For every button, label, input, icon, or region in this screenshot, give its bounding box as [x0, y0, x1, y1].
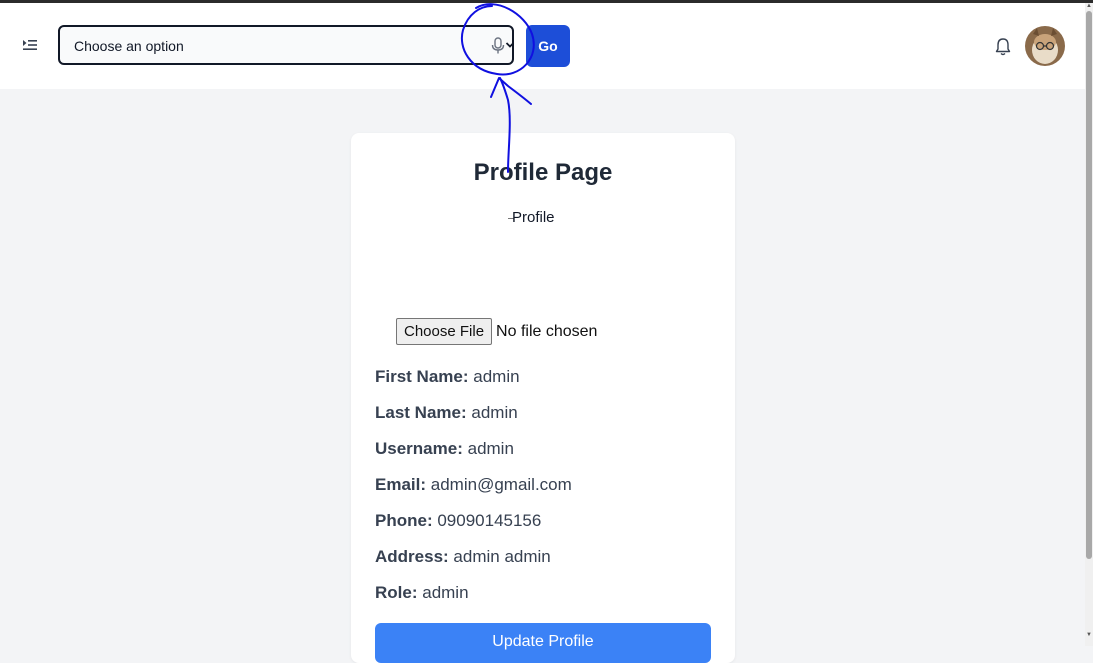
- role-value: admin: [422, 583, 469, 602]
- email-row: Email: admin@gmail.com: [375, 475, 572, 495]
- chevron-down-icon: [505, 42, 515, 48]
- phone-label: Phone:: [375, 511, 433, 530]
- first-name-row: First Name: admin: [375, 367, 520, 387]
- username-row: Username: admin: [375, 439, 514, 459]
- username-label: Username:: [375, 439, 463, 458]
- sidebar-toggle-button[interactable]: [18, 33, 42, 57]
- update-profile-button[interactable]: Update Profile: [375, 623, 711, 663]
- scroll-up-arrow-icon[interactable]: ▲: [1086, 3, 1092, 9]
- scroll-down-arrow-icon[interactable]: ▼: [1086, 632, 1092, 638]
- address-value: admin admin: [453, 547, 551, 566]
- email-label: Email:: [375, 475, 427, 494]
- profile-card: Profile Page Profile Choose File No file…: [351, 133, 735, 663]
- role-row: Role: admin: [375, 583, 469, 603]
- page-scrollbar[interactable]: ▲ ▼: [1085, 3, 1093, 646]
- bell-icon[interactable]: [994, 37, 1012, 57]
- go-button[interactable]: Go: [526, 25, 570, 67]
- profile-file-input: Choose File No file chosen: [396, 318, 597, 345]
- first-name-value: admin: [473, 367, 520, 386]
- avatar[interactable]: [1025, 26, 1065, 66]
- address-row: Address: admin admin: [375, 547, 551, 567]
- profile-image: Profile: [508, 209, 555, 226]
- file-status: No file chosen: [496, 322, 598, 340]
- microphone-icon[interactable]: [490, 37, 506, 55]
- phone-row: Phone: 09090145156: [375, 511, 541, 531]
- address-label: Address:: [375, 547, 449, 566]
- phone-value: 09090145156: [437, 511, 542, 530]
- option-select-value: Choose an option: [74, 38, 184, 54]
- choose-file-button[interactable]: Choose File: [396, 318, 493, 345]
- option-select[interactable]: Choose an option: [58, 25, 515, 65]
- role-label: Role:: [375, 583, 418, 602]
- user-avatar-image: [1025, 26, 1065, 66]
- scroll-thumb[interactable]: [1086, 11, 1092, 559]
- email-value: admin@gmail.com: [430, 475, 572, 494]
- profile-image-alt: Profile: [512, 209, 555, 226]
- last-name-row: Last Name: admin: [375, 403, 518, 423]
- last-name-label: Last Name:: [375, 403, 467, 422]
- last-name-value: admin: [471, 403, 518, 422]
- page-title: Profile Page: [473, 159, 613, 186]
- first-name-label: First Name:: [375, 367, 469, 386]
- menu-expand-icon: [23, 40, 37, 50]
- top-header: Choose an option Go: [0, 3, 1085, 89]
- username-value: admin: [467, 439, 514, 458]
